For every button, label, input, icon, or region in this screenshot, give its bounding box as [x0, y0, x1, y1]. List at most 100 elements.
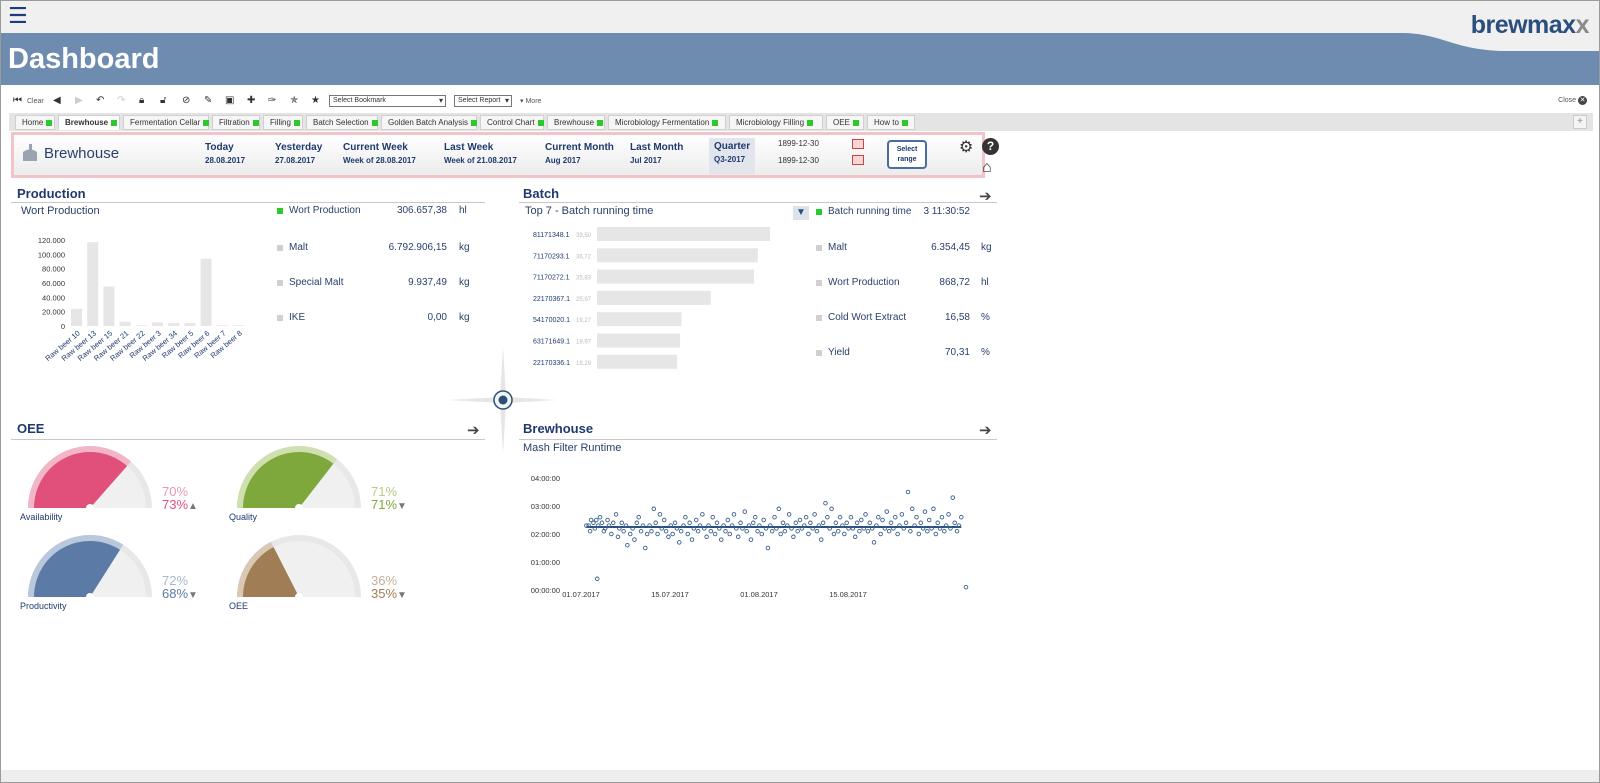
kpi-indicator[interactable]	[816, 350, 822, 356]
tab-filling[interactable]: Filling	[263, 115, 303, 130]
batch-running-time-chart[interactable]: 81171348.1 39,50 71170293.1 36,72 71170272.1…	[521, 226, 781, 376]
bookmark-star-icon[interactable]: ★	[311, 95, 320, 107]
data-point	[782, 528, 788, 534]
kpi-indicator[interactable]	[277, 245, 283, 251]
x-tick-label: 01.08.2017	[740, 590, 778, 599]
add-icon[interactable]: ✚	[247, 95, 255, 107]
layout-compass-icon[interactable]	[449, 346, 557, 454]
data-point	[677, 540, 682, 545]
brewhouse-expand-arrow-icon[interactable]: ➔	[979, 421, 992, 439]
calendar-from-icon[interactable]	[852, 139, 864, 149]
help-icon[interactable]: ?	[982, 138, 999, 155]
data-point	[848, 514, 854, 520]
tab-label: Fermentation Cellar	[130, 118, 201, 127]
date-to-input[interactable]: 1899-12-30	[778, 156, 819, 165]
category-label: 54170020.1	[533, 317, 570, 324]
tab-home[interactable]: Home	[15, 115, 55, 130]
wort-production-chart[interactable]: 020.00040.00060.00080.000100.000120.000R…	[11, 226, 271, 371]
date-from-input[interactable]: 1899-12-30	[778, 139, 819, 148]
kpi-unit: %	[981, 312, 990, 323]
gear-icon[interactable]: ⚙	[959, 137, 973, 157]
batch-sort-dropdown-icon[interactable]: ▼	[793, 206, 809, 220]
brewhouse-title: Brewhouse	[523, 421, 594, 436]
tab-batch-selection[interactable]: Batch Selection	[306, 115, 378, 130]
star-add-icon[interactable]: ✯	[290, 95, 298, 107]
unlock-icon[interactable]: 🔓︎	[160, 95, 166, 107]
bookmark-select[interactable]: Select Bookmark ▾	[329, 95, 446, 107]
data-point	[797, 517, 803, 523]
calendar-to-icon[interactable]	[852, 155, 864, 165]
period-label: Last Week	[444, 142, 494, 153]
kpi-indicator[interactable]	[277, 208, 283, 214]
period-date: Aug 2017	[545, 156, 581, 165]
tab-microbiology-fermentation[interactable]: Microbiology Fermentation	[608, 115, 726, 130]
data-point	[619, 520, 624, 526]
edit-icon[interactable]: ✎	[204, 95, 212, 107]
tab-golden-batch-analysis[interactable]: Golden Batch Analysis	[381, 115, 478, 130]
tab-fermentation-cellar[interactable]: Fermentation Cellar	[123, 115, 210, 130]
close-icon[interactable]: ✕	[1578, 96, 1587, 105]
kpi-indicator[interactable]	[277, 315, 283, 321]
data-point	[621, 528, 626, 534]
period-label: Yesterday	[275, 142, 323, 153]
redo-icon[interactable]: ↷	[117, 95, 125, 107]
first-record-icon[interactable]: ⏮	[13, 95, 22, 107]
gauge-productivity[interactable]	[25, 533, 165, 598]
kpi-value: 6.354,45	[931, 242, 970, 253]
bar	[597, 248, 758, 263]
period-last-week[interactable]: Last Week Week of 21.08.2017	[444, 141, 517, 167]
tab-brewhouse[interactable]: Brewhouse	[58, 115, 120, 130]
period-date: Week of 28.08.2017	[343, 156, 416, 165]
kpi-indicator[interactable]	[816, 245, 822, 251]
toolbar: ⏮ Clear ◀ ▶ ↶ ↷ 🔒︎ 🔓︎ ⊘ ✎ ▣ ✚ ✑ ✯ ★ Sele…	[9, 94, 1593, 110]
magic-wand-icon[interactable]: ✑	[268, 95, 276, 107]
period-last-month[interactable]: Last Month Jul 2017	[630, 141, 683, 167]
kpi-indicator[interactable]	[277, 280, 283, 286]
mash-filter-runtime-chart[interactable]: 00:00:00 01:00:00 02:00:00 03:00:00 04:00:00…	[526, 464, 976, 604]
back-icon[interactable]: ◀	[53, 95, 61, 107]
period-quarter[interactable]: Quarter Q3-2017	[709, 138, 756, 174]
data-point	[761, 517, 766, 523]
tab-how-to[interactable]: How to	[867, 115, 915, 130]
tab-oee[interactable]: OEE	[826, 115, 864, 130]
data-point	[867, 520, 873, 526]
tab-microbiology-filling[interactable]: Microbiology Filling	[729, 115, 823, 130]
tab-brewhouse[interactable]: Brewhouse	[547, 115, 605, 130]
x-tick-label: 15.07.2017	[651, 590, 689, 599]
clear-selection-icon[interactable]: ⊘	[182, 95, 190, 107]
kpi-indicator[interactable]	[816, 209, 822, 215]
image-icon[interactable]: ▣	[225, 95, 234, 107]
select-range-button[interactable]: Select range	[887, 140, 927, 169]
report-select[interactable]: Select Report ▾	[454, 95, 512, 107]
period-today[interactable]: Today 28.08.2017	[205, 141, 245, 167]
lock-icon[interactable]: 🔒︎	[139, 95, 144, 107]
forward-icon[interactable]: ▶	[75, 95, 83, 107]
period-current-month[interactable]: Current Month Aug 2017	[545, 141, 614, 167]
gauge-availability[interactable]	[25, 444, 165, 509]
undo-icon[interactable]: ↶	[96, 95, 104, 107]
data-point	[755, 528, 760, 534]
kpi-indicator[interactable]	[816, 315, 822, 321]
close-button[interactable]: Close ✕	[1558, 96, 1587, 105]
clear-button[interactable]: Clear	[27, 96, 44, 108]
gauge-actual-value: 35%▼	[371, 586, 407, 601]
gauge-oee[interactable]	[234, 533, 374, 598]
kpi-label: Wort Production	[289, 205, 361, 216]
home-icon[interactable]: ⌂	[982, 159, 992, 177]
period-yesterday[interactable]: Yesterday 27.08.2017	[275, 141, 322, 167]
kpi-indicator[interactable]	[816, 280, 822, 286]
period-current-week[interactable]: Current Week Week of 28.08.2017	[343, 141, 416, 167]
tab-filtration[interactable]: Filtration	[212, 115, 260, 130]
data-point	[742, 509, 748, 514]
oee-expand-arrow-icon[interactable]: ➔	[467, 421, 480, 439]
more-menu[interactable]: ▾ More	[520, 96, 541, 108]
data-point	[613, 512, 619, 517]
data-point	[933, 531, 939, 537]
gauge-quality[interactable]	[234, 444, 374, 509]
kpi-label: Malt	[289, 242, 308, 253]
data-point	[854, 520, 860, 526]
tab-control-chart[interactable]: Control Chart	[480, 115, 544, 130]
data-point	[852, 534, 858, 540]
data-point	[871, 540, 877, 545]
add-sheet-button[interactable]: +	[1573, 115, 1587, 129]
